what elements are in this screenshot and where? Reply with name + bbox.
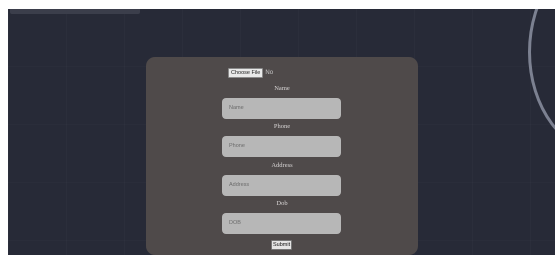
dob-input[interactable]: DOB [222, 213, 341, 234]
app-background: Choose File No Name Name Phone Phone Add… [8, 9, 555, 255]
name-input[interactable]: Name [222, 98, 341, 119]
decorative-ring [528, 9, 555, 155]
choose-file-button[interactable]: Choose File [228, 68, 264, 78]
address-input[interactable]: Address [222, 175, 341, 196]
file-status-text: No [265, 70, 274, 76]
submit-button[interactable]: Submit [271, 240, 293, 250]
address-label: Address [271, 162, 293, 169]
dob-label: Dob [276, 200, 288, 207]
phone-input[interactable]: Phone [222, 136, 341, 157]
file-picker: Choose File No [228, 68, 273, 78]
form-card: Choose File No Name Name Phone Phone Add… [146, 57, 418, 255]
name-label: Name [274, 85, 290, 92]
top-bar [10, 9, 140, 14]
phone-label: Phone [273, 123, 291, 130]
